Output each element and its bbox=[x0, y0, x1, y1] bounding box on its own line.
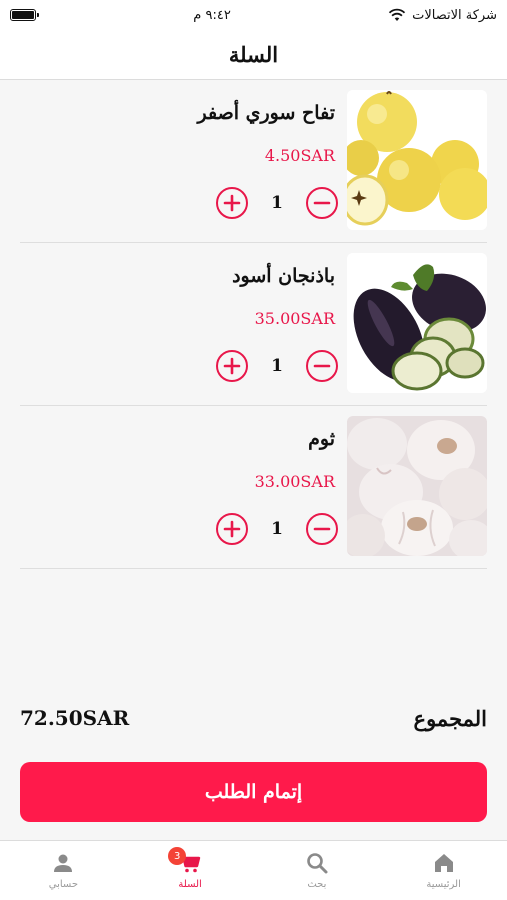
plus-icon bbox=[223, 194, 241, 212]
quantity-stepper: 1 bbox=[216, 186, 338, 220]
cart-badge: 3 bbox=[168, 847, 187, 865]
checkout-button[interactable]: إتمام الطلب bbox=[20, 762, 487, 822]
product-image-garlic bbox=[347, 416, 487, 556]
status-time: ٩:٤٢ م bbox=[193, 7, 231, 23]
product-price: 33.00SAR bbox=[254, 472, 335, 491]
tab-label: الرئيسية bbox=[426, 879, 461, 890]
product-name: ثوم bbox=[308, 428, 335, 450]
cart-total: 72.50SAR المجموع bbox=[20, 700, 487, 736]
total-amount: 72.50SAR bbox=[20, 706, 130, 730]
quantity-value: 1 bbox=[271, 193, 283, 213]
product-price: 35.00SAR bbox=[254, 309, 335, 328]
cart-item: باذنجان أسود 35.00SAR 1 bbox=[20, 243, 487, 406]
plus-icon bbox=[223, 357, 241, 375]
cart-item: تفاح سوري أصفر 4.50SAR 1 bbox=[20, 80, 487, 243]
product-image-apples bbox=[347, 90, 487, 230]
total-label: المجموع bbox=[413, 705, 487, 731]
increase-quantity-button[interactable] bbox=[216, 350, 248, 382]
person-icon bbox=[54, 854, 73, 872]
decrease-quantity-button[interactable] bbox=[306, 350, 338, 382]
tab-label: السلة bbox=[178, 879, 202, 890]
quantity-value: 1 bbox=[271, 519, 283, 539]
cart-item: ثوم 33.00SAR 1 bbox=[20, 406, 487, 569]
minus-icon bbox=[313, 527, 331, 531]
tab-home[interactable]: الرئيسية bbox=[380, 841, 507, 900]
increase-quantity-button[interactable] bbox=[216, 187, 248, 219]
product-price: 4.50SAR bbox=[264, 146, 335, 165]
quantity-stepper: 1 bbox=[216, 349, 338, 383]
tab-cart[interactable]: 3 السلة bbox=[127, 841, 254, 900]
increase-quantity-button[interactable] bbox=[216, 513, 248, 545]
plus-icon bbox=[223, 520, 241, 538]
quantity-value: 1 bbox=[271, 356, 283, 376]
decrease-quantity-button[interactable] bbox=[306, 187, 338, 219]
carrier-info: شركة الاتصالات bbox=[388, 8, 497, 23]
product-image-eggplant bbox=[347, 253, 487, 393]
carrier-name: شركة الاتصالات bbox=[412, 7, 497, 23]
tab-label: بحث bbox=[307, 879, 327, 890]
tab-bar: الرئيسية بحث 3 السلة حسابي bbox=[0, 840, 507, 900]
tab-label: حسابي bbox=[48, 879, 79, 890]
home-icon bbox=[434, 854, 453, 872]
decrease-quantity-button[interactable] bbox=[306, 513, 338, 545]
minus-icon bbox=[313, 364, 331, 368]
wifi-icon bbox=[388, 8, 406, 21]
page-title: السلة bbox=[228, 42, 279, 67]
search-icon bbox=[307, 853, 328, 874]
quantity-stepper: 1 bbox=[216, 512, 338, 546]
product-name: باذنجان أسود bbox=[232, 265, 335, 287]
cart-list: تفاح سوري أصفر 4.50SAR 1 باذنجان أسود 35… bbox=[20, 80, 487, 569]
battery-icon bbox=[10, 9, 39, 21]
minus-icon bbox=[313, 201, 331, 205]
nav-bar: السلة bbox=[0, 30, 507, 80]
tab-account[interactable]: حسابي bbox=[0, 841, 127, 900]
status-bar: ٩:٤٢ م شركة الاتصالات bbox=[0, 0, 507, 30]
tab-search[interactable]: بحث bbox=[254, 841, 381, 900]
product-name: تفاح سوري أصفر bbox=[197, 102, 335, 124]
